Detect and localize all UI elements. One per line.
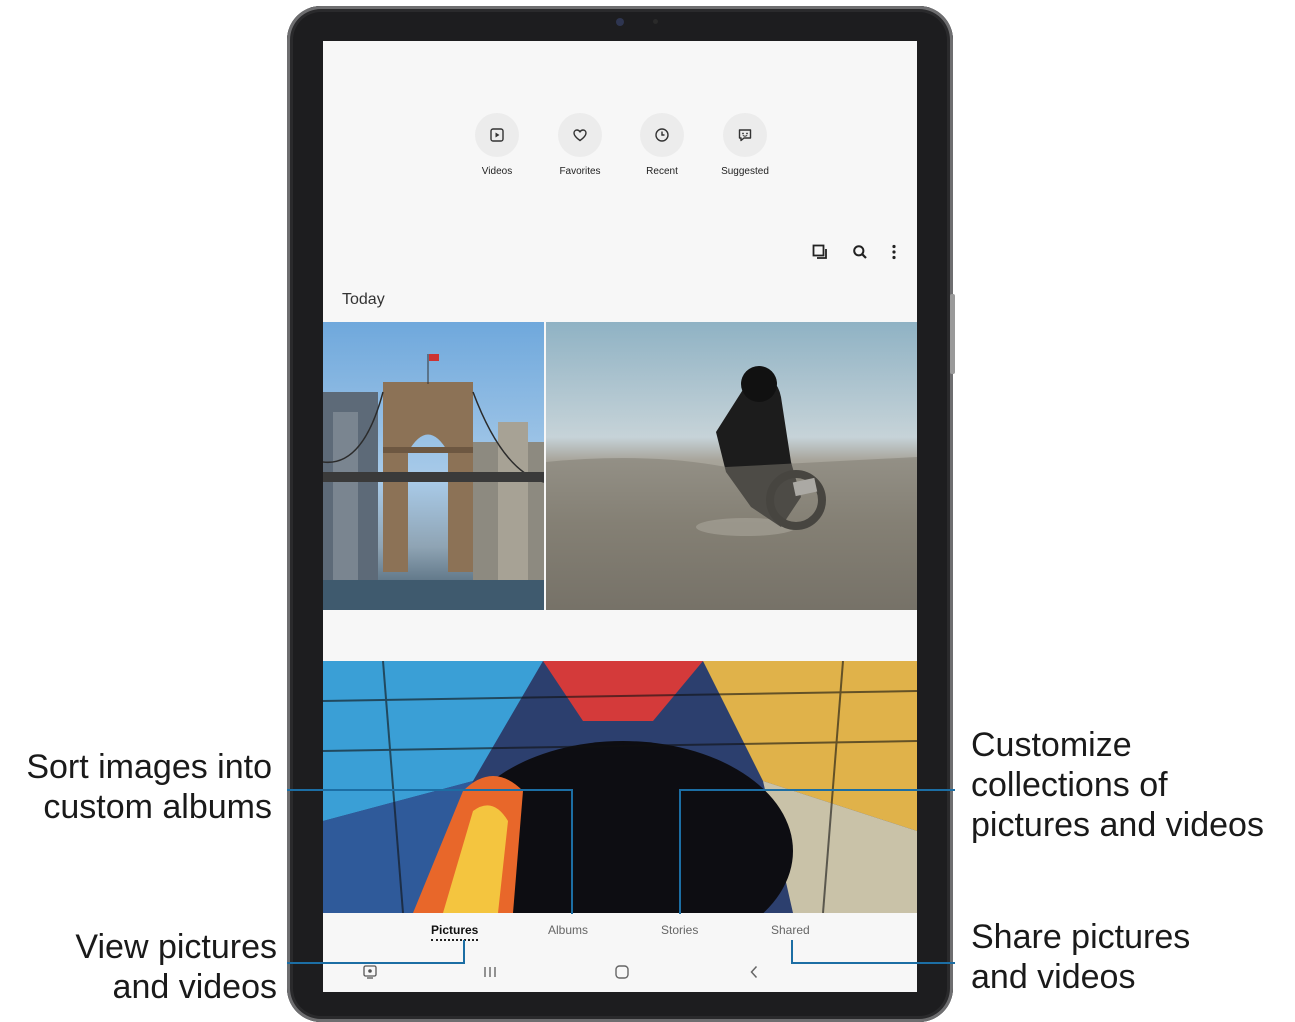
quick-action-recent[interactable]: Recent — [632, 113, 692, 177]
tab-stories[interactable]: Stories — [661, 923, 698, 937]
callout-stories-line3: pictures and videos — [971, 806, 1264, 844]
callout-line-pictures — [287, 962, 464, 964]
front-camera — [616, 18, 624, 26]
clock-icon — [640, 113, 684, 157]
screen-mode-icon[interactable] — [361, 963, 379, 986]
tab-shared[interactable]: Shared — [771, 923, 810, 937]
callout-stories: Customize collections of pictures and vi… — [971, 725, 1291, 845]
callout-pictures-line2: and videos — [112, 968, 277, 1006]
suggested-icon — [723, 113, 767, 157]
tab-pictures[interactable]: Pictures — [431, 923, 479, 941]
home-icon[interactable] — [613, 963, 631, 986]
callout-albums-line1: Sort images into — [26, 748, 272, 786]
search-icon[interactable] — [849, 241, 871, 263]
callout-shared-line2: and videos — [971, 958, 1136, 996]
callout-stories-line1: Customize — [971, 726, 1132, 764]
callout-pictures: View pictures and videos — [0, 927, 277, 1007]
gallery-screen: Videos Favorites Recent Suggested Today — [323, 41, 917, 992]
quick-action-label: Favorites — [559, 166, 601, 177]
callout-albums: Sort images into custom albums — [0, 747, 272, 827]
back-icon[interactable] — [747, 963, 761, 986]
play-icon — [475, 113, 519, 157]
callout-line-shared-vertical — [791, 940, 793, 964]
quick-action-videos[interactable]: Videos — [467, 113, 527, 177]
callout-line-albums — [287, 789, 572, 791]
quick-action-label: Recent — [646, 166, 678, 177]
quick-action-favorites[interactable]: Favorites — [550, 113, 610, 177]
photo-thumbnail[interactable] — [323, 661, 917, 913]
tab-albums[interactable]: Albums — [548, 923, 588, 937]
callout-stories-line2: collections of — [971, 766, 1168, 804]
light-sensor — [653, 19, 658, 24]
section-title: Today — [342, 291, 385, 308]
quick-action-label: Suggested — [721, 166, 769, 177]
callout-line-stories-vertical — [679, 789, 681, 914]
select-icon[interactable] — [809, 241, 831, 263]
callout-line-shared — [791, 962, 955, 964]
heart-icon — [558, 113, 602, 157]
callout-line-stories — [679, 789, 955, 791]
quick-action-label: Videos — [481, 166, 513, 177]
callout-line-albums-vertical — [571, 789, 573, 914]
recents-icon[interactable] — [483, 963, 497, 986]
callout-shared-line1: Share pictures — [971, 918, 1191, 956]
side-button — [950, 294, 955, 374]
photo-thumbnail[interactable] — [323, 322, 544, 610]
callout-pictures-line1: View pictures — [75, 928, 277, 966]
bottom-tab-bar: Pictures Albums Stories Shared — [323, 913, 917, 955]
callout-albums-line2: custom albums — [43, 788, 272, 826]
callout-shared: Share pictures and videos — [971, 917, 1291, 997]
quick-action-suggested[interactable]: Suggested — [715, 113, 775, 177]
more-options-icon[interactable] — [883, 241, 905, 263]
system-navigation-bar — [323, 955, 917, 992]
callout-line-pictures-vertical — [463, 940, 465, 964]
photo-thumbnail[interactable] — [546, 322, 917, 610]
